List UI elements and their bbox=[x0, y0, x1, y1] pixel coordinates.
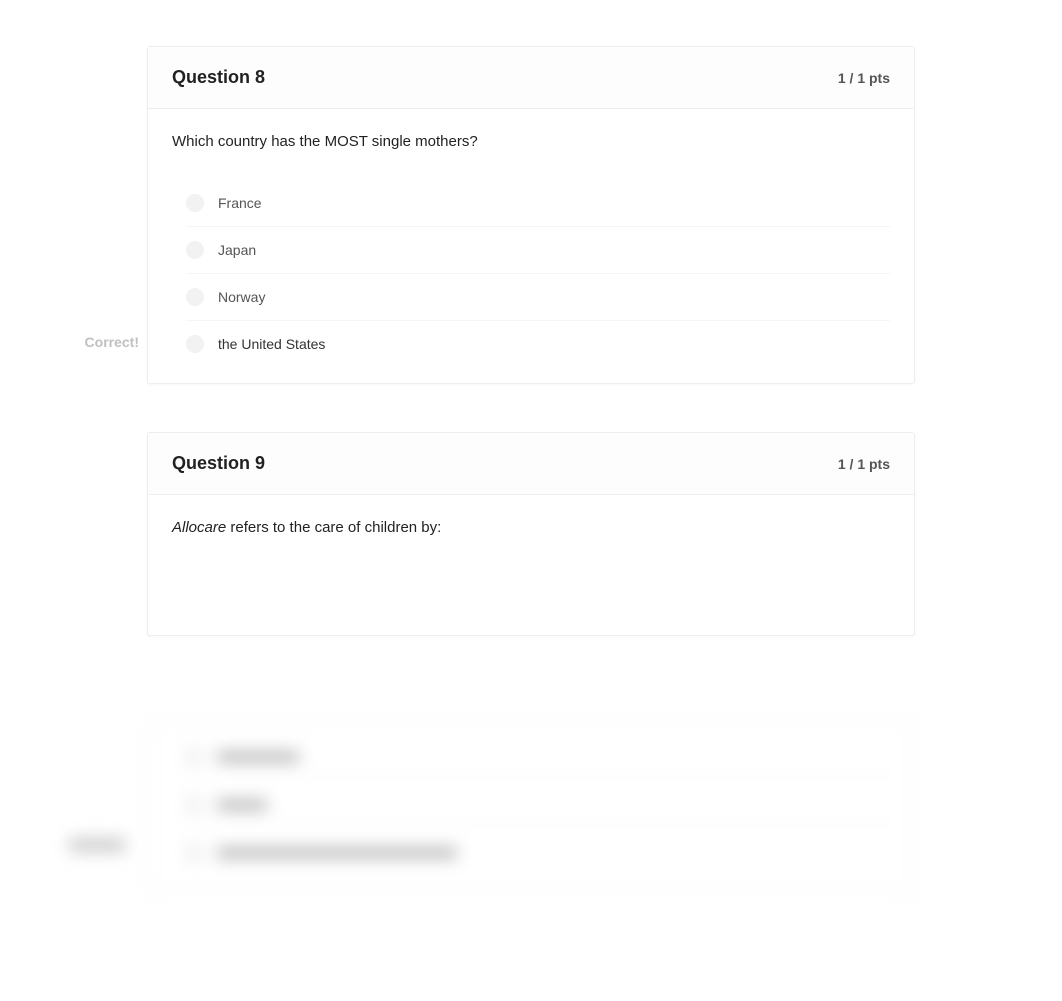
blur-answer-row bbox=[185, 748, 299, 766]
correct-label-wrapper: Correct! bbox=[69, 334, 139, 350]
question-card-9: Question 9 1 / 1 pts Allocare refers to … bbox=[147, 432, 915, 636]
radio-icon bbox=[186, 241, 204, 259]
answer-text: the United States bbox=[218, 336, 325, 352]
answer-option-b: Japan bbox=[186, 227, 890, 274]
question-points: 1 / 1 pts bbox=[838, 70, 890, 86]
blur-text bbox=[217, 847, 457, 859]
radio-icon bbox=[185, 796, 203, 814]
question-title: Question 9 bbox=[172, 453, 265, 474]
question-prompt-italic: Allocare bbox=[172, 519, 226, 536]
blurred-content bbox=[55, 720, 925, 910]
question-body: Which country has the MOST single mother… bbox=[148, 109, 914, 383]
question-title: Question 8 bbox=[172, 67, 265, 88]
correct-label: Correct! bbox=[69, 334, 139, 350]
answer-option-a: France bbox=[186, 180, 890, 227]
radio-icon bbox=[186, 194, 204, 212]
question-prompt: Which country has the MOST single mother… bbox=[172, 131, 890, 152]
answer-text: France bbox=[218, 195, 262, 211]
blur-card bbox=[147, 720, 915, 895]
blur-divider bbox=[179, 774, 899, 775]
blur-text bbox=[217, 751, 299, 763]
blur-correct-label bbox=[69, 838, 125, 852]
radio-icon bbox=[186, 335, 204, 353]
answer-option-c: Norway bbox=[186, 274, 890, 321]
answer-option-d: the United States bbox=[186, 321, 890, 373]
question-prompt: Allocare refers to the care of children … bbox=[172, 517, 890, 538]
blur-answer-row bbox=[185, 844, 457, 862]
answer-list: France Japan Norway the United States bbox=[186, 180, 890, 373]
question-prompt-rest: refers to the care of children by: bbox=[226, 519, 441, 536]
blur-text bbox=[217, 799, 267, 811]
question-header: Question 8 1 / 1 pts bbox=[148, 47, 914, 109]
blur-answer-row bbox=[185, 796, 267, 814]
question-header: Question 9 1 / 1 pts bbox=[148, 433, 914, 495]
radio-icon bbox=[185, 844, 203, 862]
question-body: Allocare refers to the care of children … bbox=[148, 495, 914, 635]
question-card-8: Question 8 1 / 1 pts Which country has t… bbox=[147, 46, 915, 384]
question-points: 1 / 1 pts bbox=[838, 456, 890, 472]
radio-icon bbox=[186, 288, 204, 306]
radio-icon bbox=[185, 748, 203, 766]
blur-divider bbox=[179, 822, 899, 823]
answer-text: Norway bbox=[218, 289, 265, 305]
answer-text: Japan bbox=[218, 242, 256, 258]
